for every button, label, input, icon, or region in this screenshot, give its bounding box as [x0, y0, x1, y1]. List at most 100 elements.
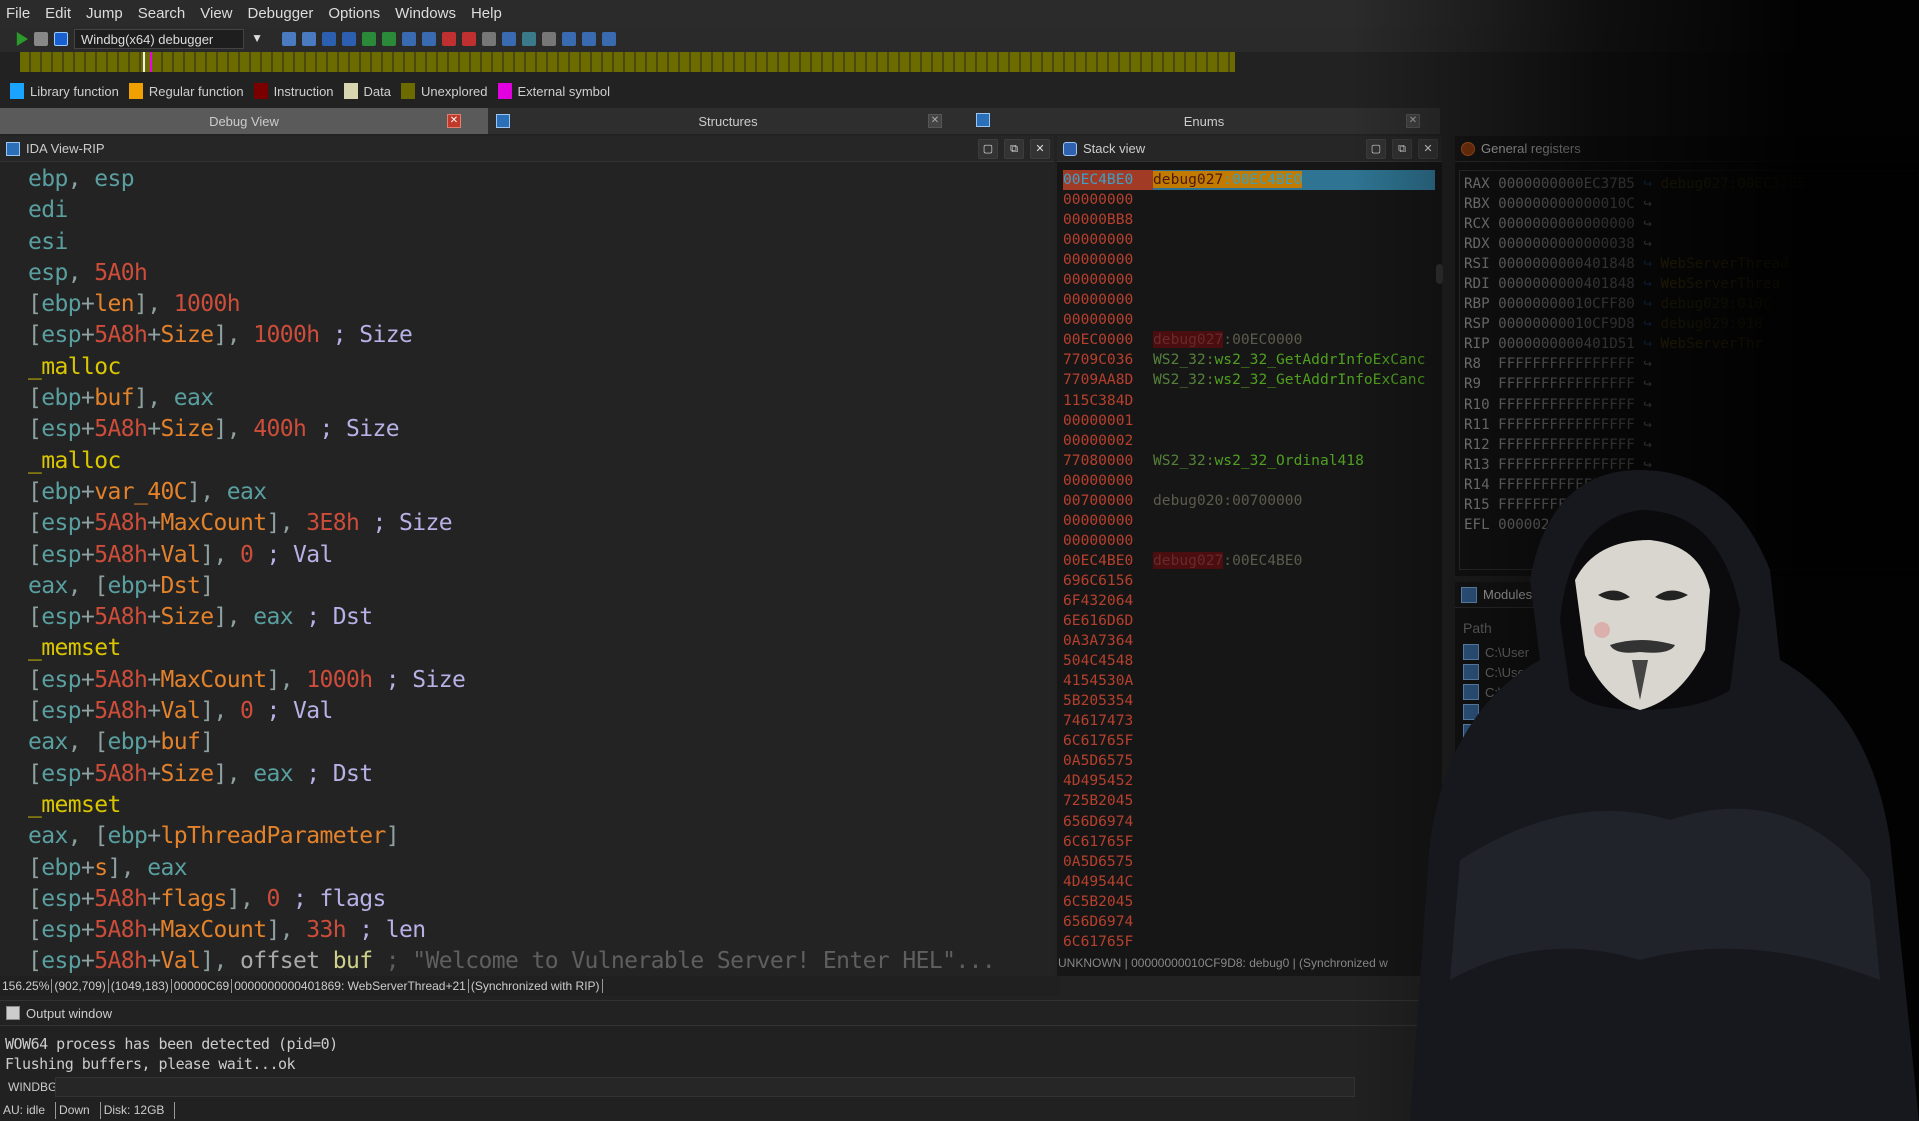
stack-row[interactable]: 74617473 — [1063, 711, 1435, 731]
register-row[interactable]: R8 FFFFFFFFFFFFFFFF ↪ — [1464, 354, 1914, 374]
stack-row[interactable]: 77080000 WS2_32:ws2_32_Ordinal418 — [1063, 451, 1435, 471]
stack-row[interactable]: 00700000 debug020:00700000 — [1063, 491, 1435, 511]
delete-breakpoint-icon[interactable] — [482, 32, 496, 46]
code-line[interactable]: ebp, esp — [28, 164, 995, 195]
float-button[interactable]: ⧉ — [1392, 138, 1412, 159]
register-value[interactable]: 0000000000000038 — [1498, 236, 1635, 252]
register-row[interactable]: RSI 0000000000401848 ↪ WebServerThread — [1464, 254, 1914, 274]
stack-row[interactable]: 7709AA8D WS2_32:ws2_32_GetAddrInfoExCanc — [1063, 370, 1435, 390]
close-button[interactable]: ✕ — [1418, 138, 1438, 159]
stack-row[interactable]: 5B205354 — [1063, 691, 1435, 711]
code-line[interactable]: [esp+5A8h+Val], offset buf ; "Welcome to… — [28, 946, 996, 977]
code-line[interactable]: eax, [ebp+buf] — [28, 727, 995, 758]
code-line[interactable]: _malloc — [28, 446, 995, 477]
command-prompt-label[interactable]: WINDBG — [8, 1080, 57, 1094]
stack-row[interactable]: 6C61765F — [1063, 832, 1435, 852]
pause-icon[interactable] — [34, 32, 48, 46]
debugger-select[interactable]: Windbg(x64) debugger — [74, 29, 263, 49]
stack-row[interactable]: 00EC4BE0 debug027:00EC4BE0 — [1063, 170, 1435, 191]
detach-icon[interactable] — [302, 32, 316, 46]
module-row[interactable]: C:\Wi — [1463, 722, 1531, 742]
code-line[interactable]: [esp+5A8h+MaxCount], 33h ; len — [28, 915, 995, 946]
stack-row[interactable]: 725B2045 — [1063, 791, 1435, 811]
stack-row[interactable]: 696C6156 — [1063, 571, 1435, 591]
register-value[interactable]: FFFFFFFFFFFF — [1498, 477, 1601, 493]
stack-row[interactable]: 4154530A — [1063, 671, 1435, 691]
breakpoint-icon[interactable] — [442, 32, 456, 46]
menu-help[interactable]: Help — [471, 5, 502, 22]
register-value[interactable]: FFFFFFFFFFFFFFFF — [1498, 397, 1635, 413]
column-header-path[interactable]: Path — [1463, 620, 1492, 636]
code-line[interactable]: _memset — [28, 633, 995, 664]
stack-row[interactable]: 656D6974 — [1063, 812, 1435, 832]
jump-arrow-icon[interactable]: ↪ — [1635, 356, 1661, 372]
code-line[interactable]: edi — [28, 195, 995, 226]
stack-row[interactable]: 115C384D — [1063, 391, 1435, 411]
trace-options-icon[interactable] — [602, 32, 616, 46]
tab-structures[interactable]: Structures ✕ — [488, 108, 968, 134]
stack-row[interactable]: 6F432064 — [1063, 591, 1435, 611]
menu-view[interactable]: View — [200, 5, 232, 22]
tab-enums[interactable]: Enums ✕ — [968, 108, 1440, 134]
register-row[interactable]: R9 FFFFFFFFFFFFFFFF ↪ — [1464, 374, 1914, 394]
code-line[interactable]: eax, [ebp+lpThreadParameter] — [28, 821, 995, 852]
stack-row[interactable]: 00000000 — [1063, 511, 1435, 531]
menu-edit[interactable]: Edit — [45, 5, 71, 22]
code-line[interactable]: esp, 5A0h — [28, 258, 995, 289]
stack-row[interactable]: 4D49544C — [1063, 872, 1435, 892]
stack-row[interactable]: 7709C036 WS2_32:ws2_32_GetAddrInfoExCanc — [1063, 350, 1435, 370]
register-value[interactable]: 00000000010CFF80 — [1498, 296, 1635, 312]
jump-arrow-icon[interactable]: ↪ — [1635, 256, 1661, 272]
menu-options[interactable]: Options — [328, 5, 380, 22]
stack-row[interactable]: 00EC0000 debug027:00EC0000 — [1063, 330, 1435, 350]
jump-arrow-icon[interactable]: ↪ — [1635, 296, 1661, 312]
jump-arrow-icon[interactable]: ↪ — [1635, 437, 1661, 453]
stack-row[interactable]: 00000000 — [1063, 310, 1435, 330]
add-breakpoint-icon[interactable] — [462, 32, 476, 46]
step-into-icon[interactable] — [322, 32, 336, 46]
menu-search[interactable]: Search — [138, 5, 186, 22]
module-row[interactable]: C:\Wind — [1463, 682, 1531, 702]
stack-row[interactable]: 00000BB8 — [1063, 210, 1435, 230]
code-line[interactable]: eax, [ebp+Dst] — [28, 571, 995, 602]
register-value[interactable]: 0000000000EC37B5 — [1498, 176, 1635, 192]
register-row[interactable]: RAX 0000000000EC37B5 ↪ debug027:00EC37B5 — [1464, 174, 1914, 194]
stack-row[interactable]: 6C5B2045 — [1063, 892, 1435, 912]
jump-arrow-icon[interactable]: ↪ — [1635, 276, 1661, 292]
register-row[interactable]: R11 FFFFFFFFFFFFFFFF ↪ — [1464, 415, 1914, 435]
jump-arrow-icon[interactable]: ↪ — [1635, 457, 1661, 473]
menu-windows[interactable]: Windows — [395, 5, 456, 22]
disassembly-listing[interactable]: ebp, esp edi esi esp, 5A0h [ebp+len], 1000h[… — [28, 164, 996, 978]
command-input[interactable] — [55, 1077, 1355, 1097]
register-row[interactable]: RIP 0000000000401D51 ↪ WebServerThr — [1464, 334, 1914, 354]
run-until-return-icon[interactable] — [382, 32, 396, 46]
scrollbar-thumb[interactable] — [1436, 264, 1443, 284]
jump-arrow-icon[interactable]: ↪ — [1635, 236, 1661, 252]
register-value[interactable]: 000000000000010C — [1498, 196, 1635, 212]
stack-row[interactable]: 00000000 — [1063, 190, 1435, 210]
play-icon[interactable] — [16, 32, 28, 46]
module-row[interactable]: C:\User — [1463, 642, 1531, 662]
add-watch-icon[interactable] — [522, 32, 536, 46]
register-value[interactable]: 0000000000401848 — [1498, 256, 1635, 272]
close-icon[interactable]: ✕ — [928, 114, 942, 128]
register-value[interactable]: FFFFFFFFFFFFFFFF — [1498, 356, 1635, 372]
code-line[interactable]: [esp+5A8h+Size], 1000h ; Size — [28, 320, 995, 351]
stack-row[interactable]: 00000000 — [1063, 531, 1435, 551]
jump-arrow-icon[interactable]: ↪ — [1635, 176, 1661, 192]
stack-row[interactable]: 6E616D6D — [1063, 611, 1435, 631]
register-value[interactable]: FFFFFFFF — [1498, 497, 1566, 513]
stack-row[interactable]: 00000000 — [1063, 250, 1435, 270]
stack-row[interactable]: 504C4548 — [1063, 651, 1435, 671]
register-row[interactable]: R12 FFFFFFFFFFFFFFFF ↪ — [1464, 435, 1914, 455]
register-row[interactable]: RBP 00000000010CFF80 ↪ debug029:010C — [1464, 294, 1914, 314]
maximize-button[interactable]: ▢ — [1366, 138, 1386, 159]
stack-row[interactable]: 00000002 — [1063, 431, 1435, 451]
stack-row[interactable]: 0A5D6575 — [1063, 852, 1435, 872]
code-line[interactable]: [esp+5A8h+Size], eax ; Dst — [28, 759, 995, 790]
code-line[interactable]: [ebp+s], eax — [28, 853, 995, 884]
code-line[interactable]: [esp+5A8h+Size], 400h ; Size — [28, 414, 995, 445]
attach-icon[interactable] — [282, 32, 296, 46]
stack-row[interactable]: 4D495452 — [1063, 771, 1435, 791]
stop-icon[interactable] — [54, 32, 68, 46]
